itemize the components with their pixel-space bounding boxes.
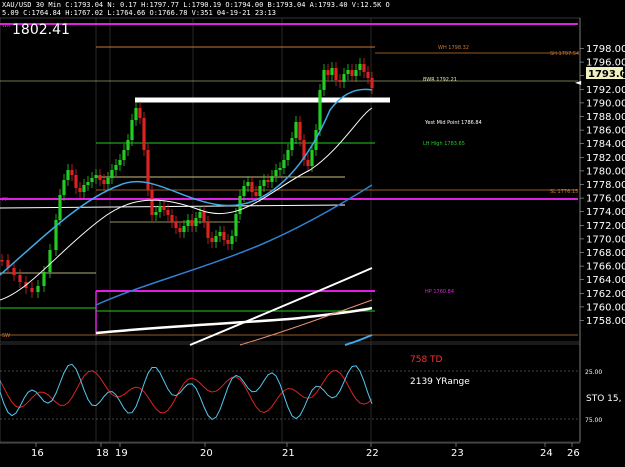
sto-level-75-label: 75.00 bbox=[585, 417, 602, 424]
hp-annotation: HP 1760.84 bbox=[425, 289, 454, 295]
sl-annotation: SL 1776.15 bbox=[550, 189, 578, 195]
date-tick-label: 19 bbox=[115, 448, 128, 459]
price-tick-label: 1764.00 bbox=[586, 275, 625, 286]
white-level-line bbox=[0, 204, 346, 209]
day-separators bbox=[95, 18, 372, 442]
left-top-annotation: WR bbox=[2, 23, 11, 29]
date-tick-label: 18 bbox=[96, 448, 109, 459]
yest-mid-annotation: Yest Mid Point 1786.84 bbox=[424, 120, 482, 126]
price-tick-label: 1758.00 bbox=[586, 316, 625, 327]
date-tick-label: 16 bbox=[31, 448, 44, 459]
chart-window[interactable]: XAU/USD 30 Min C:1793.04 N: 0.17 H:1797.… bbox=[0, 0, 625, 467]
price-tick-label: 1766.00 bbox=[586, 262, 625, 273]
price-tick-label: 1760.00 bbox=[586, 302, 625, 313]
current-price-label: 1793.04 bbox=[588, 69, 625, 80]
price-tick-label: 1780.00 bbox=[586, 166, 625, 177]
price-tick-label: 1796.00 bbox=[586, 58, 625, 69]
price-tick-label: 1792.00 bbox=[586, 85, 625, 96]
price-tick-label: 1790.00 bbox=[586, 98, 625, 109]
wh-annotation: WH 1798.32 bbox=[438, 45, 469, 51]
date-tick-label: 26 bbox=[567, 448, 580, 459]
price-tick-label: 1776.00 bbox=[586, 194, 625, 205]
last-price-display: 1802.41 bbox=[12, 22, 70, 38]
date-tick-label: 21 bbox=[282, 448, 295, 459]
price-tick-label: 1770.00 bbox=[586, 234, 625, 245]
price-tick-label: 1784.00 bbox=[586, 139, 625, 150]
indicator-panel-border bbox=[0, 343, 581, 443]
date-tick-label: 22 bbox=[366, 448, 379, 459]
date-axis-labels: 16 18 19 20 21 22 23 24 26 bbox=[31, 443, 580, 459]
price-tick-label: 1774.00 bbox=[586, 207, 625, 218]
swh-annotation: SH 1797.54 bbox=[550, 51, 579, 57]
price-tick-label: 1778.00 bbox=[586, 180, 625, 191]
yrange-label: 2139 YRange bbox=[410, 377, 470, 387]
bwr-annotation: BWR 1792.21 bbox=[423, 77, 457, 83]
price-tick-label: 1772.00 bbox=[586, 221, 625, 232]
price-tick-label: 1768.00 bbox=[586, 248, 625, 259]
stochastic-lines bbox=[0, 363, 373, 421]
date-tick-label: 20 bbox=[200, 448, 213, 459]
price-tick-label: 1762.00 bbox=[586, 289, 625, 300]
price-tick-label: 1798.00 bbox=[586, 44, 625, 55]
current-price-arrow-icon: ◄ bbox=[575, 78, 582, 87]
date-tick-label: 24 bbox=[540, 448, 553, 459]
sto-level-25-label: 25.00 bbox=[585, 369, 602, 376]
candlesticks bbox=[0, 58, 374, 298]
left-bottom-annotation: SW bbox=[2, 333, 10, 339]
price-tick-label: 1786.00 bbox=[586, 126, 625, 137]
sto-label: STO 15, bbox=[586, 394, 621, 404]
price-tick-label: 1788.00 bbox=[586, 112, 625, 123]
left-mid-annotation: FP bbox=[2, 197, 8, 203]
lh-high-annotation: LH High 1783.65 bbox=[423, 141, 465, 147]
price-tick-label: 1782.00 bbox=[586, 153, 625, 164]
td-label: 758 TD bbox=[410, 355, 443, 365]
price-chart[interactable]: 1798.001796.001794.001792.001790.001788.… bbox=[0, 0, 625, 467]
main-panel-border bbox=[0, 17, 581, 343]
date-tick-label: 23 bbox=[451, 448, 464, 459]
price-axis-labels: 1798.001796.001794.001792.001790.001788.… bbox=[580, 44, 625, 327]
